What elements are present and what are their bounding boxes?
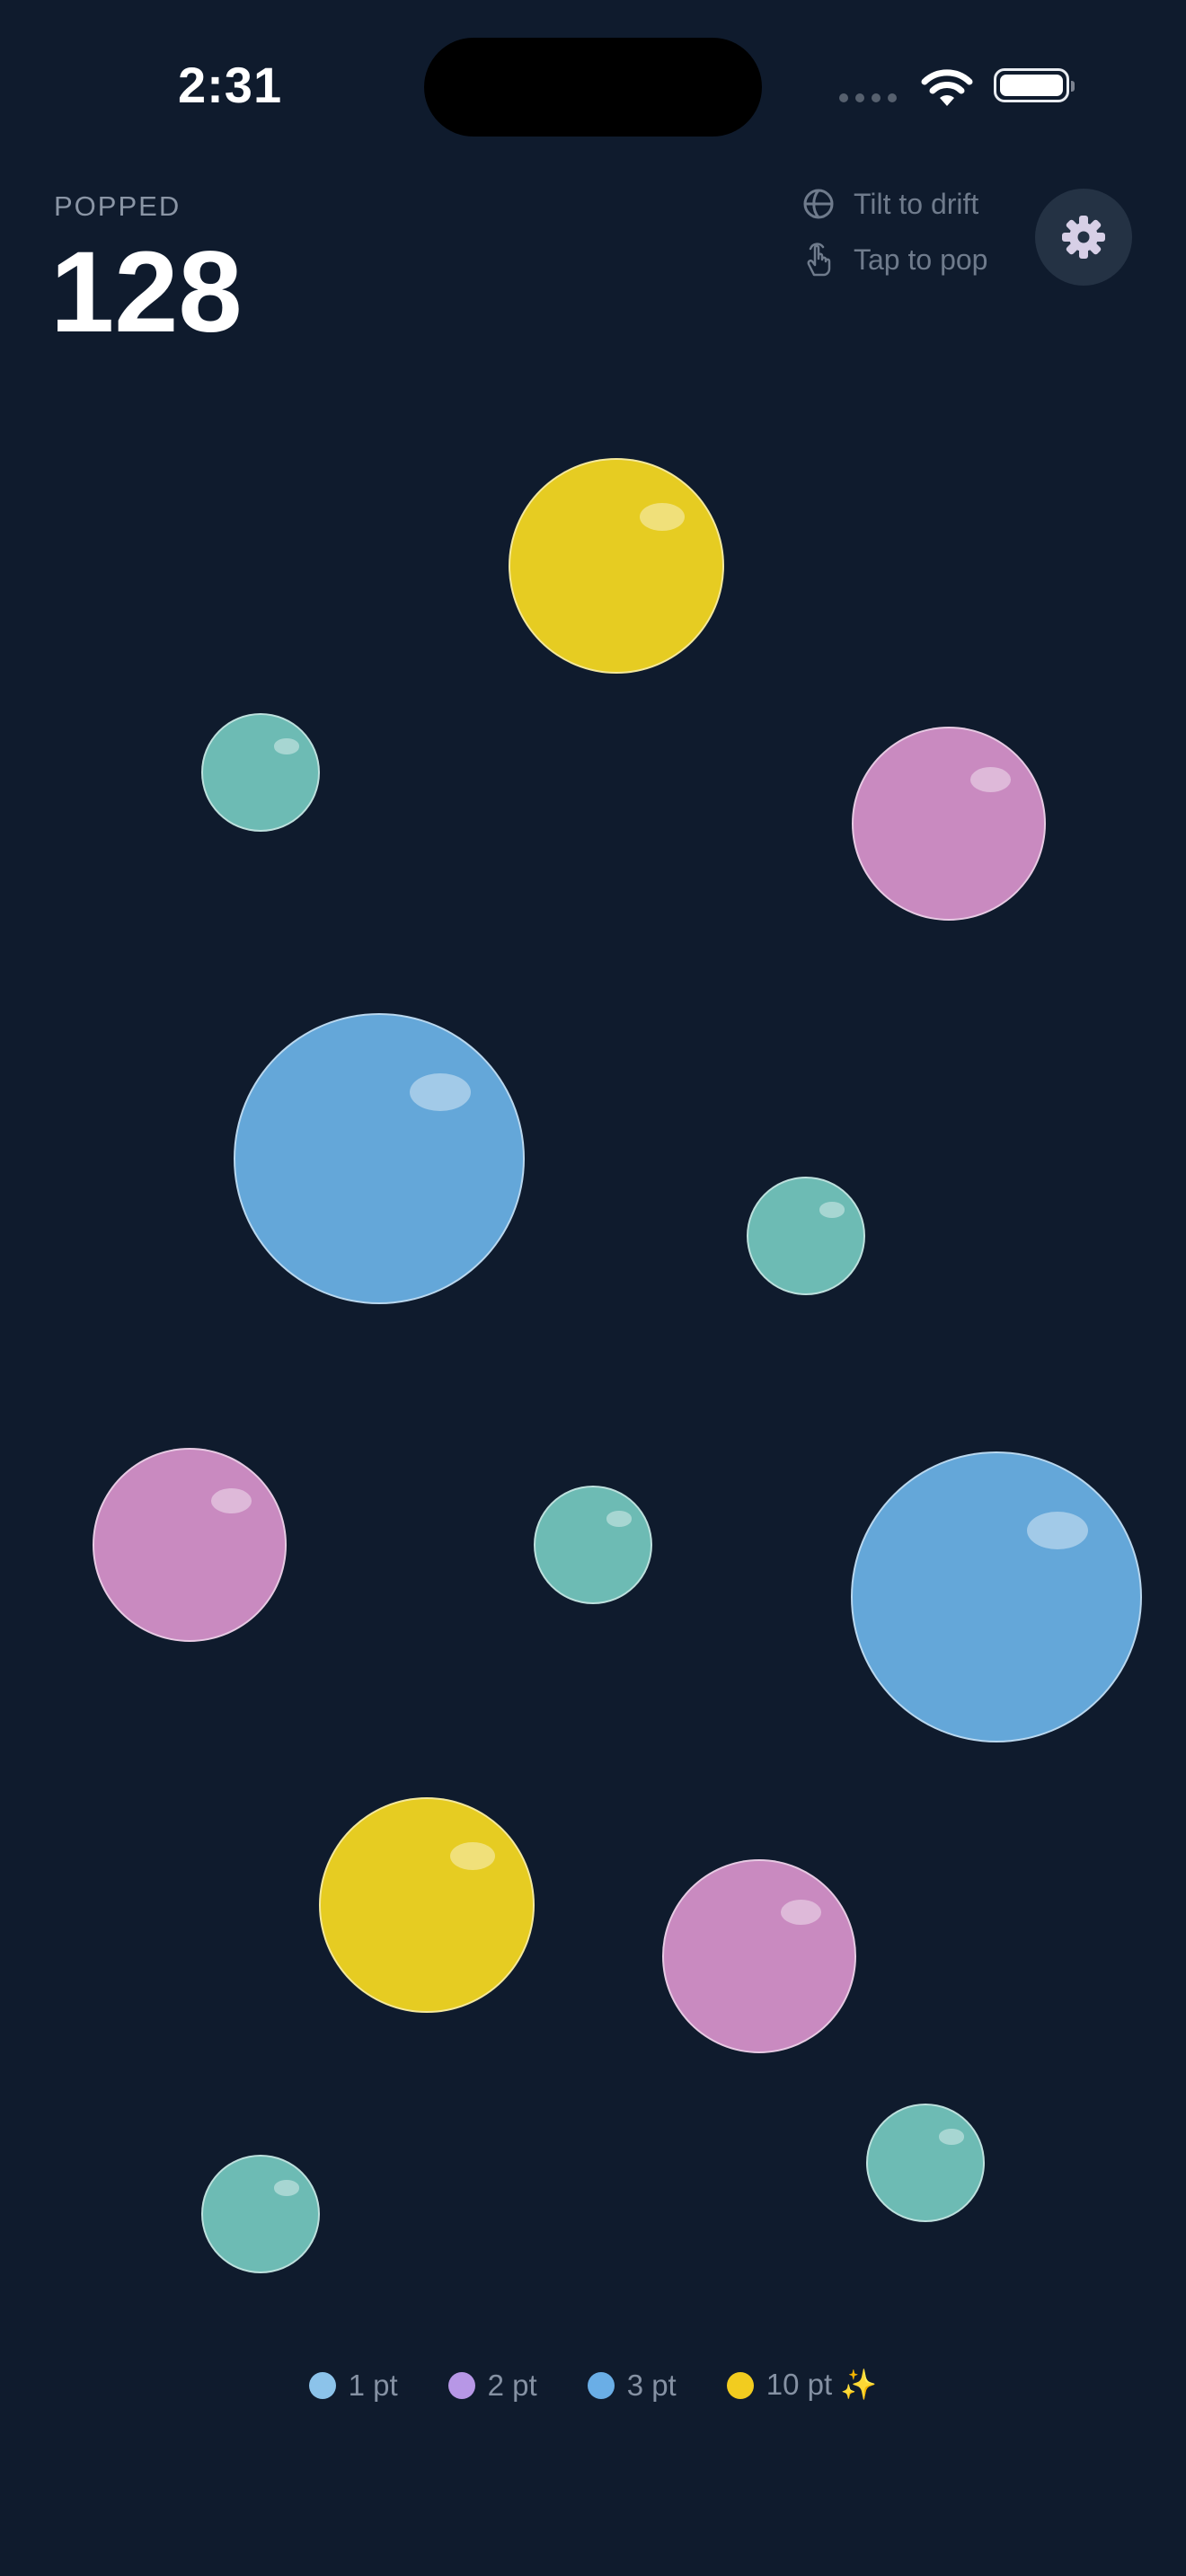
legend-label-10pt: 10 pt ✨ xyxy=(766,2368,878,2401)
bubble-highlight xyxy=(410,1072,472,1111)
legend-item-1pt: 1 pt xyxy=(308,2368,398,2403)
legend-label-2pt: 2 pt xyxy=(487,2368,537,2402)
bubble-highlight xyxy=(939,2129,964,2145)
bubble-highlight xyxy=(640,503,686,532)
status-time: 2:31 xyxy=(178,57,283,113)
bubble-pink[interactable] xyxy=(93,1448,287,1642)
bubble-highlight xyxy=(210,1488,252,1514)
bubble-blue[interactable] xyxy=(851,1451,1142,1742)
bubble-highlight xyxy=(606,1511,632,1527)
points-legend: 1 pt 2 pt 3 pt 10 pt ✨ xyxy=(0,2368,1186,2403)
legend-dot-3pt xyxy=(587,2371,615,2399)
battery-icon xyxy=(994,68,1075,102)
bubble-blue[interactable] xyxy=(234,1013,525,1304)
bubble-pink[interactable] xyxy=(662,1859,856,2053)
dynamic-island xyxy=(424,38,762,137)
globe-icon xyxy=(803,189,834,219)
bubble-yellow[interactable] xyxy=(509,458,724,674)
legend-dot-2pt xyxy=(447,2371,475,2399)
bubble-teal[interactable] xyxy=(201,713,320,832)
tap-hint-label: Tap to pop xyxy=(854,243,988,276)
bubble-highlight xyxy=(819,1202,845,1218)
bubble-highlight xyxy=(969,767,1011,793)
bubble-teal[interactable] xyxy=(201,2155,320,2273)
bubble-teal[interactable] xyxy=(747,1177,865,1295)
bubble-yellow[interactable] xyxy=(319,1797,535,2013)
cellular-signal-icon xyxy=(839,93,897,102)
tilt-hint: Tilt to drift xyxy=(801,187,978,221)
wifi-icon xyxy=(921,69,973,106)
tilt-hint-label: Tilt to drift xyxy=(854,187,979,220)
legend-item-2pt: 2 pt xyxy=(447,2368,537,2403)
tap-hint: Tap to pop xyxy=(801,241,987,278)
bubble-highlight xyxy=(1027,1511,1089,1549)
bubble-pink[interactable] xyxy=(852,727,1046,921)
legend-label-3pt: 3 pt xyxy=(626,2368,677,2402)
legend-item-3pt: 3 pt xyxy=(587,2368,677,2403)
settings-button[interactable] xyxy=(1035,189,1132,286)
bubble-teal[interactable] xyxy=(866,2104,985,2222)
hand-tap-icon xyxy=(807,243,831,277)
bubble-highlight xyxy=(274,2180,299,2196)
legend-label-1pt: 1 pt xyxy=(348,2368,398,2402)
bubble-highlight xyxy=(274,738,299,754)
gear-icon xyxy=(1062,216,1105,259)
bubble-field xyxy=(0,0,1186,2576)
popped-label: POPPED xyxy=(54,190,181,222)
bubble-teal[interactable] xyxy=(534,1486,652,1604)
legend-dot-10pt xyxy=(726,2371,754,2399)
legend-item-10pt: 10 pt ✨ xyxy=(726,2368,878,2403)
bubble-highlight xyxy=(780,1900,821,1926)
bubble-highlight xyxy=(450,1842,496,1871)
legend-dot-1pt xyxy=(308,2371,336,2399)
popped-count: 128 xyxy=(50,228,243,357)
